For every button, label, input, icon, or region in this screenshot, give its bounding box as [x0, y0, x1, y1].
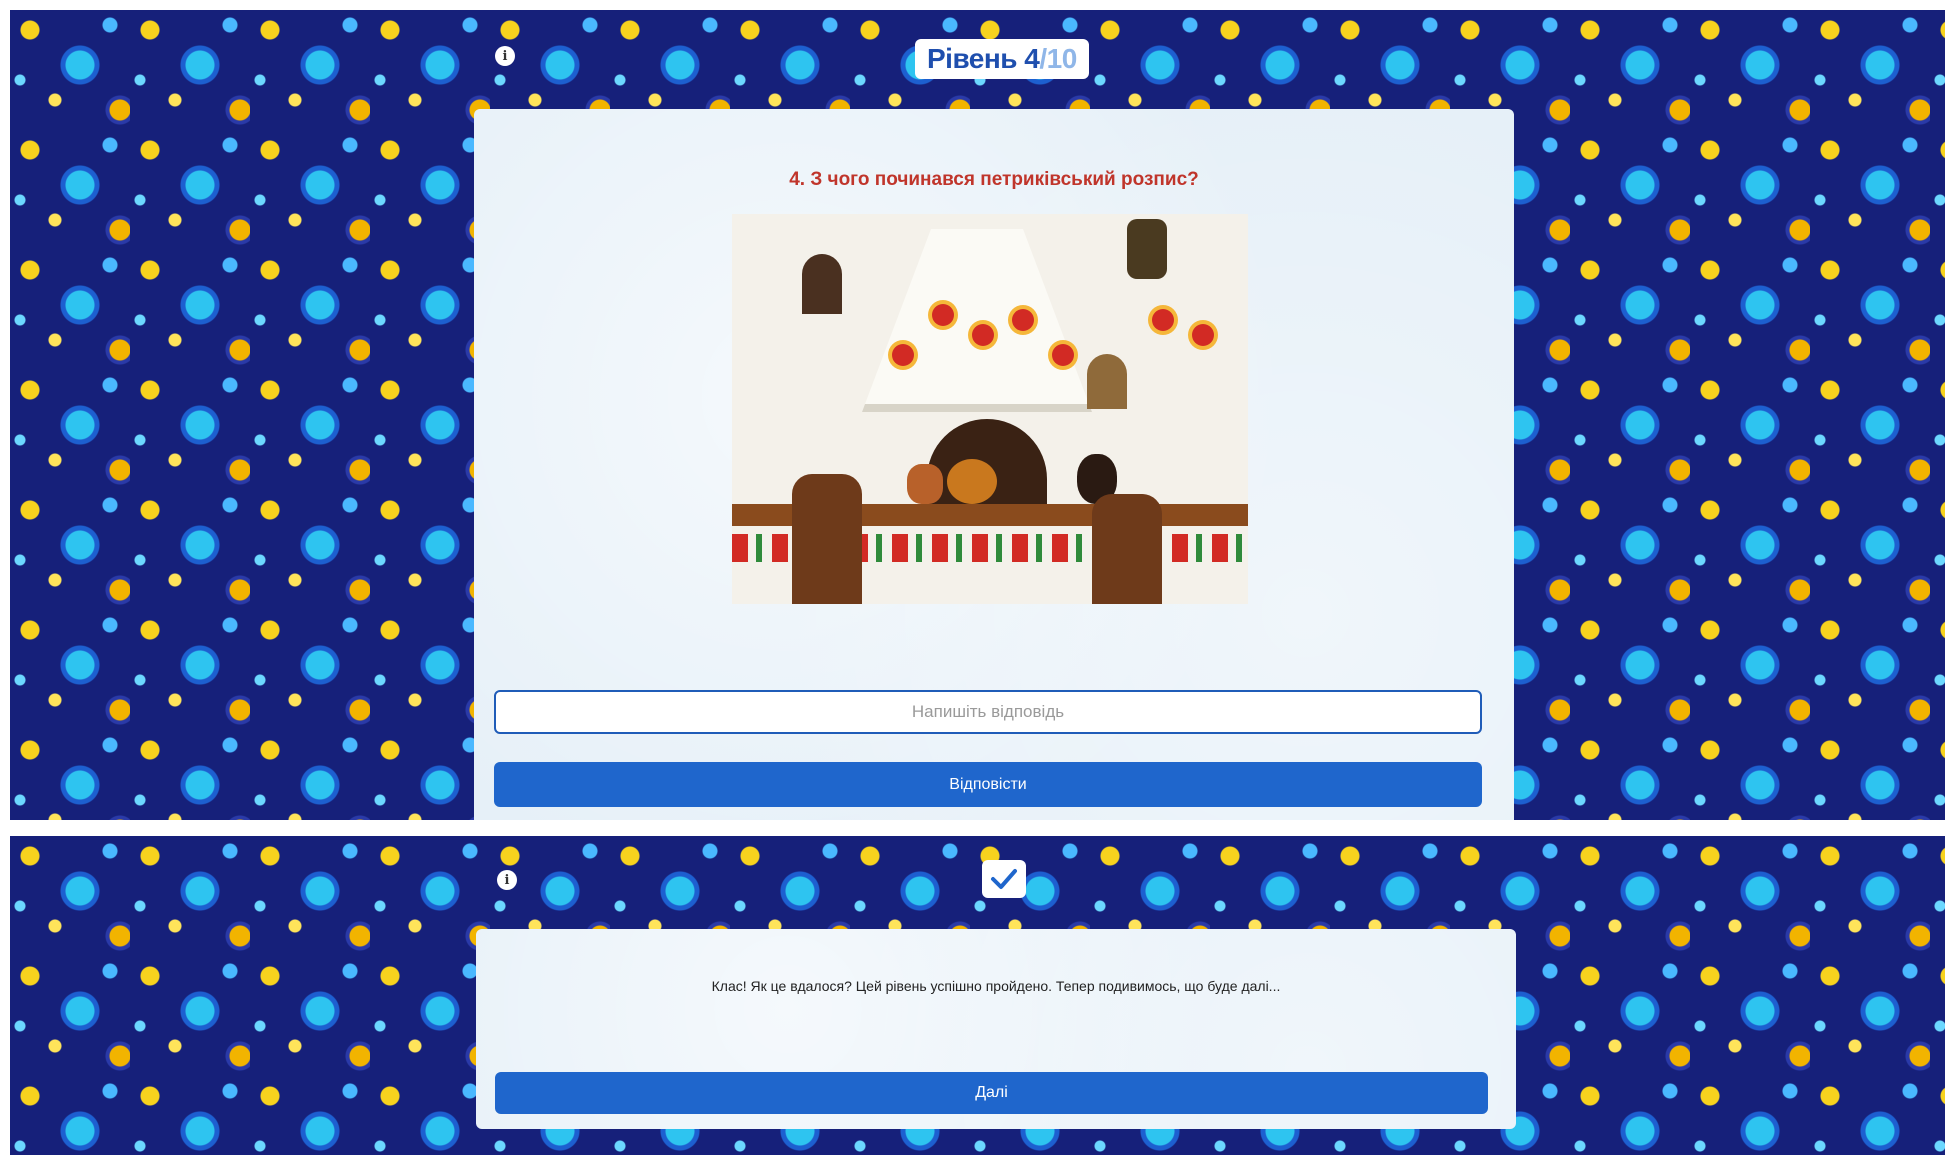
next-button[interactable]: Далі: [495, 1072, 1488, 1114]
result-screen: i Клас! Як це вдалося? Цей рівень успішн…: [10, 836, 1945, 1155]
answer-input[interactable]: [494, 690, 1482, 734]
question-card: 4. З чого починався петриківський розпис…: [474, 109, 1514, 820]
result-message: Клас! Як це вдалося? Цей рівень успішно …: [711, 978, 1281, 994]
checkmark-icon: [991, 869, 1017, 889]
answer-button[interactable]: Відповісти: [494, 762, 1482, 807]
level-indicator: Рівень 4/10: [915, 39, 1089, 79]
question-image: [732, 214, 1248, 604]
info-icon[interactable]: i: [495, 46, 515, 66]
level-current: Рівень 4: [927, 43, 1040, 74]
level-total: /10: [1039, 43, 1077, 74]
result-card: Клас! Як це вдалося? Цей рівень успішно …: [476, 929, 1516, 1129]
quiz-screen: i Рівень 4/10 4. З чого починався петрик…: [10, 10, 1945, 820]
question-text: 4. З чого починався петриківський розпис…: [789, 169, 1199, 190]
info-icon[interactable]: i: [497, 870, 517, 890]
checkmark-icon: [982, 860, 1026, 898]
